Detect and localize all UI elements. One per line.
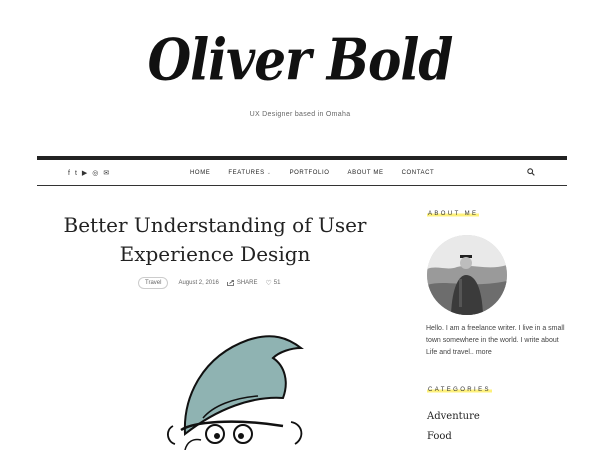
categories-heading: CATEGORIES bbox=[427, 387, 492, 393]
about-me-body: Hello. I am a freelance writer. I live i… bbox=[426, 325, 565, 356]
post-meta: Travel August 2, 2016 SHARE ♡ 51 bbox=[138, 277, 280, 289]
instagram-icon[interactable]: ◎ bbox=[92, 169, 98, 179]
avatar-photo bbox=[427, 235, 507, 315]
email-icon[interactable]: ✉ bbox=[103, 169, 109, 179]
like-count: 51 bbox=[273, 280, 281, 286]
nav-item-features[interactable]: FEATURES ⌄ bbox=[228, 170, 271, 176]
main-navigation: f t ▶ ◎ ✉ HOME FEATURES ⌄ PORTFOLIO ABOUT… bbox=[37, 156, 567, 186]
site-tagline: UX Designer based in Omaha bbox=[249, 111, 351, 118]
heart-icon: ♡ bbox=[265, 280, 272, 287]
nav-item-portfolio[interactable]: PORTFOLIO bbox=[290, 170, 330, 176]
share-icon bbox=[226, 280, 234, 286]
category-adventure[interactable]: Adventure bbox=[427, 411, 480, 422]
nav-item-home[interactable]: HOME bbox=[190, 170, 210, 176]
post-category-tag[interactable]: Travel bbox=[138, 277, 169, 289]
about-me-text: Hello. I am a freelance writer. I live i… bbox=[426, 323, 571, 359]
nav-menu: HOME FEATURES ⌄ PORTFOLIO ABOUT ME CONTAC… bbox=[190, 160, 452, 186]
chevron-down-icon: ⌄ bbox=[266, 170, 272, 176]
post-illustration bbox=[167, 335, 304, 450]
avatar bbox=[427, 235, 507, 315]
like-button[interactable]: ♡ 51 bbox=[266, 279, 281, 287]
facebook-icon[interactable]: f bbox=[68, 169, 70, 179]
about-me-more-link[interactable]: more bbox=[476, 349, 492, 356]
share-button[interactable]: SHARE bbox=[226, 280, 258, 286]
site-logo[interactable]: Oliver Bold bbox=[0, 26, 600, 94]
social-links: f t ▶ ◎ ✉ bbox=[68, 169, 109, 179]
category-food[interactable]: Food bbox=[427, 431, 452, 442]
about-me-heading: ABOUT ME bbox=[427, 211, 480, 217]
nav-item-about-me[interactable]: ABOUT ME bbox=[348, 170, 384, 176]
post-date: August 2, 2016 bbox=[178, 280, 219, 286]
youtube-icon[interactable]: ▶ bbox=[82, 169, 87, 179]
share-label: SHARE bbox=[236, 280, 258, 286]
nav-item-contact[interactable]: CONTACT bbox=[402, 170, 435, 176]
twitter-icon[interactable]: t bbox=[75, 169, 77, 179]
search-icon[interactable] bbox=[527, 168, 535, 176]
nav-item-features-label: FEATURES bbox=[228, 170, 265, 176]
post-title[interactable]: Better Understanding of User Experience … bbox=[40, 211, 390, 269]
